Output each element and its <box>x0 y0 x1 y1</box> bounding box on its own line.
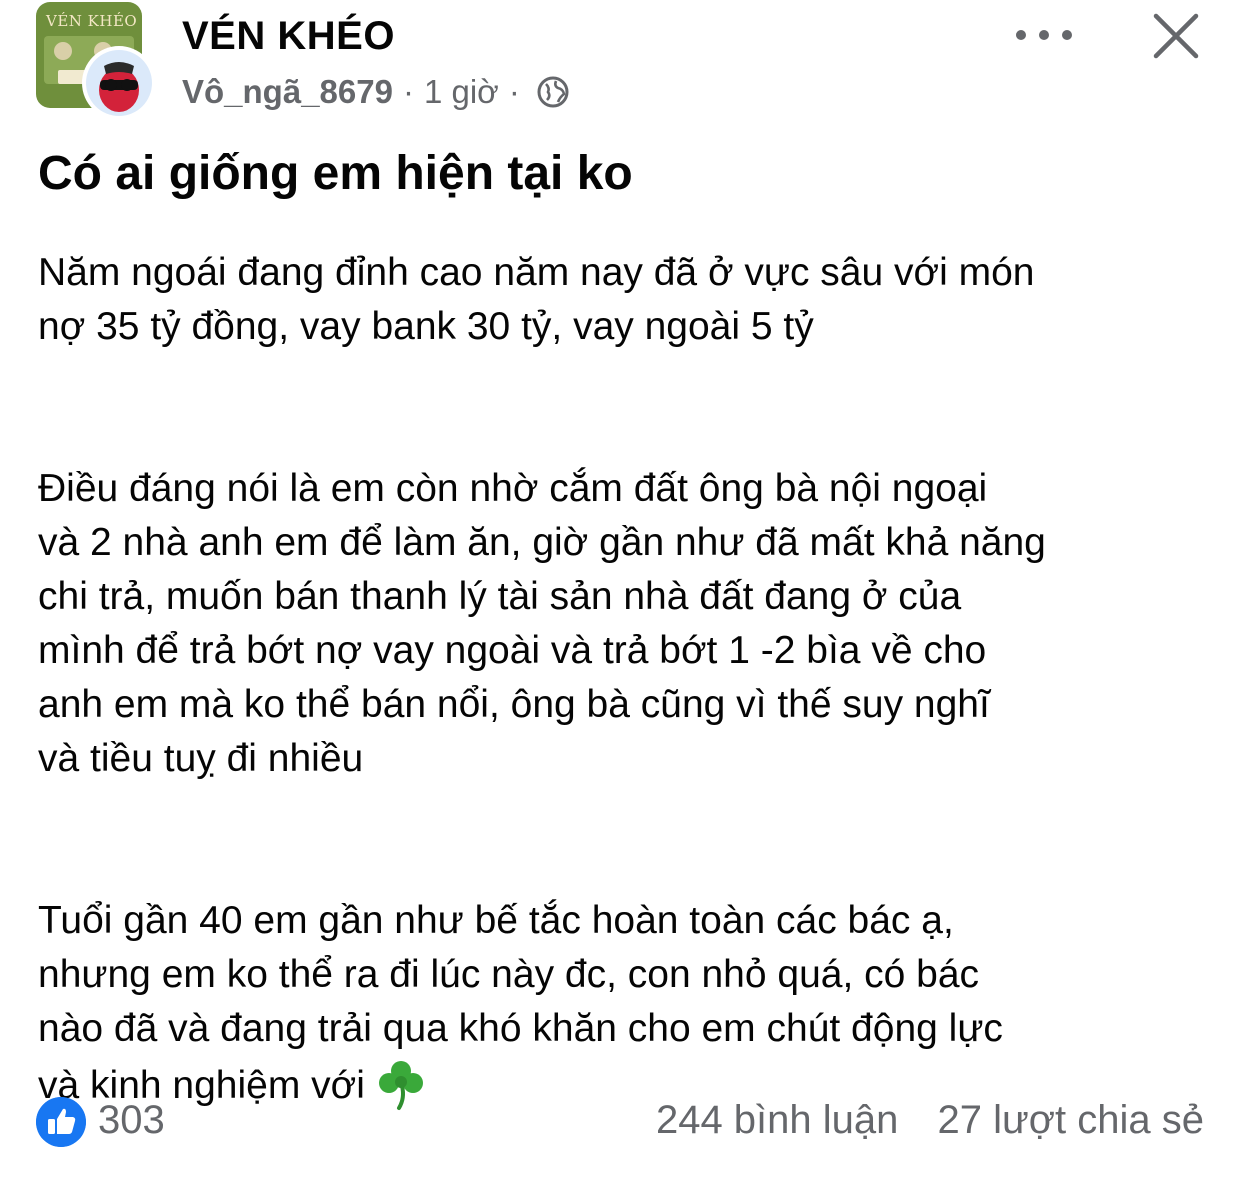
post-line: Năm ngoái đang đỉnh cao năm nay đã ở vực… <box>38 251 1035 294</box>
shares-count[interactable]: 27 lượt chia sẻ <box>938 1098 1204 1142</box>
user-avatar-image <box>86 50 152 116</box>
more-dot <box>1039 30 1049 40</box>
meta-separator: · <box>508 73 520 110</box>
meta-separator: · <box>402 73 414 110</box>
post-line: Điều đáng nói là em còn nhờ cắm đất ông … <box>38 467 988 510</box>
engagement-stats: 244 bình luận 27 lượt chia sẻ <box>656 1098 1204 1143</box>
post-header: VÉN KHÉO VÉN KHÉO Vô_ngã_8679 · 1 giờ · <box>0 0 1242 130</box>
post-title: Có ai giống em hiện tại ko <box>38 147 633 200</box>
like-count[interactable]: 303 <box>98 1098 165 1143</box>
more-icon[interactable] <box>1016 18 1072 52</box>
post-line: chi trả, muốn bán thanh lý tài sản nhà đ… <box>38 575 962 618</box>
post-line: và tiều tuỵ đi nhiều <box>38 737 364 780</box>
group-avatar-dot <box>54 42 72 60</box>
post-line: Tuổi gần 40 em gần như bế tắc hoàn toàn … <box>38 899 954 942</box>
user-avatar[interactable] <box>82 46 156 120</box>
post-line: nợ 35 tỷ đồng, vay bank 30 tỷ, vay ngoài… <box>38 305 814 348</box>
user-avatar-character-icon <box>99 62 139 112</box>
globe-icon <box>537 76 569 108</box>
post-line: và 2 nhà anh em để làm ăn, giờ gần như đ… <box>38 521 1046 564</box>
comments-count[interactable]: 244 bình luận <box>656 1098 898 1142</box>
more-dot <box>1016 30 1026 40</box>
group-name[interactable]: VÉN KHÉO <box>182 14 395 59</box>
post-body: Năm ngoái đang đỉnh cao năm nay đã ở vực… <box>38 246 1218 1113</box>
more-dot <box>1062 30 1072 40</box>
post-line: mình để trả bớt nợ vay ngoài và trả bớt … <box>38 629 987 672</box>
post-line: nhưng em ko thể ra đi lúc này đc, con nh… <box>38 953 980 996</box>
author-name[interactable]: Vô_ngã_8679 <box>182 73 393 111</box>
post-line: nào đã và đang trải qua khó khăn cho em … <box>38 1007 1003 1050</box>
post-line: anh em mà ko thể bán nổi, ông bà cũng vì… <box>38 683 990 726</box>
post-time[interactable]: 1 giờ <box>424 73 499 111</box>
like-icon[interactable] <box>36 1097 86 1147</box>
post-meta: Vô_ngã_8679 · 1 giờ · <box>182 72 570 112</box>
group-avatar-text: VÉN KHÉO <box>46 12 138 30</box>
post-footer: 303 244 bình luận 27 lượt chia sẻ <box>0 1094 1242 1154</box>
close-icon[interactable] <box>1150 10 1202 62</box>
